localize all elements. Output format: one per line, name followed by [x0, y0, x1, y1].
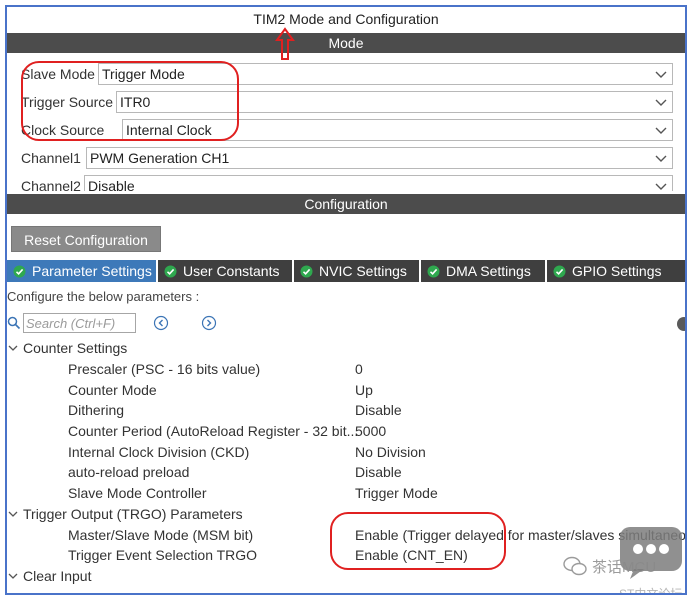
param-autoreload-preload-name: auto-reload preload — [68, 464, 190, 480]
channel1-value: PWM Generation CH1 — [90, 150, 230, 166]
tim2-config-panel: TIM2 Mode and Configuration Mode Slave M… — [5, 5, 687, 595]
channel2-value: Disable — [88, 178, 135, 191]
tab-gpio-settings[interactable]: GPIO Settings — [547, 260, 685, 282]
channel1-select[interactable]: PWM Generation CH1 — [86, 147, 673, 169]
wechat-icon — [562, 555, 588, 577]
configure-hint: Configure the below parameters : — [7, 289, 200, 304]
group-trigger-output[interactable]: Trigger Output (TRGO) Parameters — [7, 504, 243, 524]
tab-label: Parameter Settings — [32, 263, 152, 279]
tab-label: NVIC Settings — [319, 263, 407, 279]
param-prescaler-name: Prescaler (PSC - 16 bits value) — [68, 361, 261, 377]
param-autoreload-preload-value[interactable]: Disable — [355, 462, 402, 482]
watermark-text: 茶话MCU — [592, 558, 657, 576]
check-circle-icon — [164, 265, 177, 278]
search-input[interactable] — [23, 313, 136, 333]
tab-label: DMA Settings — [446, 263, 531, 279]
annotation-arrow-icon — [275, 27, 295, 61]
tab-dma-settings[interactable]: DMA Settings — [421, 260, 547, 282]
window-title: TIM2 Mode and Configuration — [7, 7, 685, 31]
chevron-down-icon — [654, 179, 668, 191]
next-result-button[interactable] — [201, 315, 217, 331]
chevron-down-icon — [7, 567, 19, 579]
chevron-down-icon — [654, 123, 668, 137]
watermark: 茶话MCU — [562, 551, 656, 581]
group-title: Trigger Output (TRGO) Parameters — [23, 506, 243, 522]
tab-user-constants[interactable]: User Constants — [158, 260, 294, 282]
channel1-row: Channel1 — [21, 146, 81, 170]
tab-label: User Constants — [183, 263, 280, 279]
chevron-down-icon — [654, 151, 668, 165]
param-counter-period-value[interactable]: 5000 — [355, 421, 386, 441]
param-slave-mode-controller-value[interactable]: Trigger Mode — [355, 483, 438, 503]
group-title: Counter Settings — [23, 340, 128, 356]
param-ckd-value[interactable]: No Division — [355, 442, 426, 462]
tab-parameter-settings[interactable]: Parameter Settings — [7, 260, 158, 282]
param-dithering-value[interactable]: Disable — [355, 400, 402, 420]
watermark-subtext: ST中文论坛 — [619, 587, 683, 595]
chevron-down-icon — [7, 339, 19, 351]
check-circle-icon — [553, 265, 566, 278]
annotation-ellipse-trgo — [330, 512, 506, 570]
scrollbar-thumb[interactable] — [677, 317, 685, 331]
tab-label: GPIO Settings — [572, 263, 662, 279]
annotation-ellipse-mode — [21, 61, 239, 141]
param-msm-name: Master/Slave Mode (MSM bit) — [68, 527, 254, 543]
param-counter-mode-name: Counter Mode — [68, 382, 157, 398]
check-circle-icon — [300, 265, 313, 278]
param-prescaler-value[interactable]: 0 — [355, 359, 363, 379]
configuration-section-header: Configuration — [7, 194, 685, 214]
channel2-select[interactable]: Disable — [84, 175, 673, 191]
group-counter-settings[interactable]: Counter Settings — [7, 338, 127, 358]
channel1-label: Channel1 — [21, 150, 81, 166]
channel2-row-clip: Channel2 Disable — [7, 173, 685, 191]
reset-configuration-button[interactable]: Reset Configuration — [11, 226, 161, 252]
param-ckd-name: Internal Clock Division (CKD) — [68, 444, 250, 460]
mode-section-header: Mode — [7, 33, 685, 53]
param-trgo-name: Trigger Event Selection TRGO — [68, 547, 258, 563]
param-counter-mode-value[interactable]: Up — [355, 380, 373, 400]
tab-nvic-settings[interactable]: NVIC Settings — [294, 260, 421, 282]
param-dithering-name: Dithering — [68, 402, 125, 418]
check-circle-icon — [13, 265, 26, 278]
search-icon — [7, 316, 21, 330]
chevron-down-icon — [654, 67, 668, 81]
previous-result-button[interactable] — [153, 315, 169, 331]
param-slave-mode-controller-name: Slave Mode Controller — [68, 485, 207, 501]
search-bar — [7, 312, 136, 334]
group-clear-input[interactable]: Clear Input — [7, 566, 91, 586]
chevron-down-icon — [654, 95, 668, 109]
channel2-row: Channel2 — [21, 174, 81, 191]
chevron-down-icon — [7, 505, 19, 517]
check-circle-icon — [427, 265, 440, 278]
group-title: Clear Input — [23, 568, 92, 584]
param-counter-period-name: Counter Period (AutoReload Register - 32… — [68, 423, 359, 439]
config-tabs: Parameter Settings User Constants NVIC S… — [7, 260, 685, 282]
channel2-label: Channel2 — [21, 178, 81, 191]
